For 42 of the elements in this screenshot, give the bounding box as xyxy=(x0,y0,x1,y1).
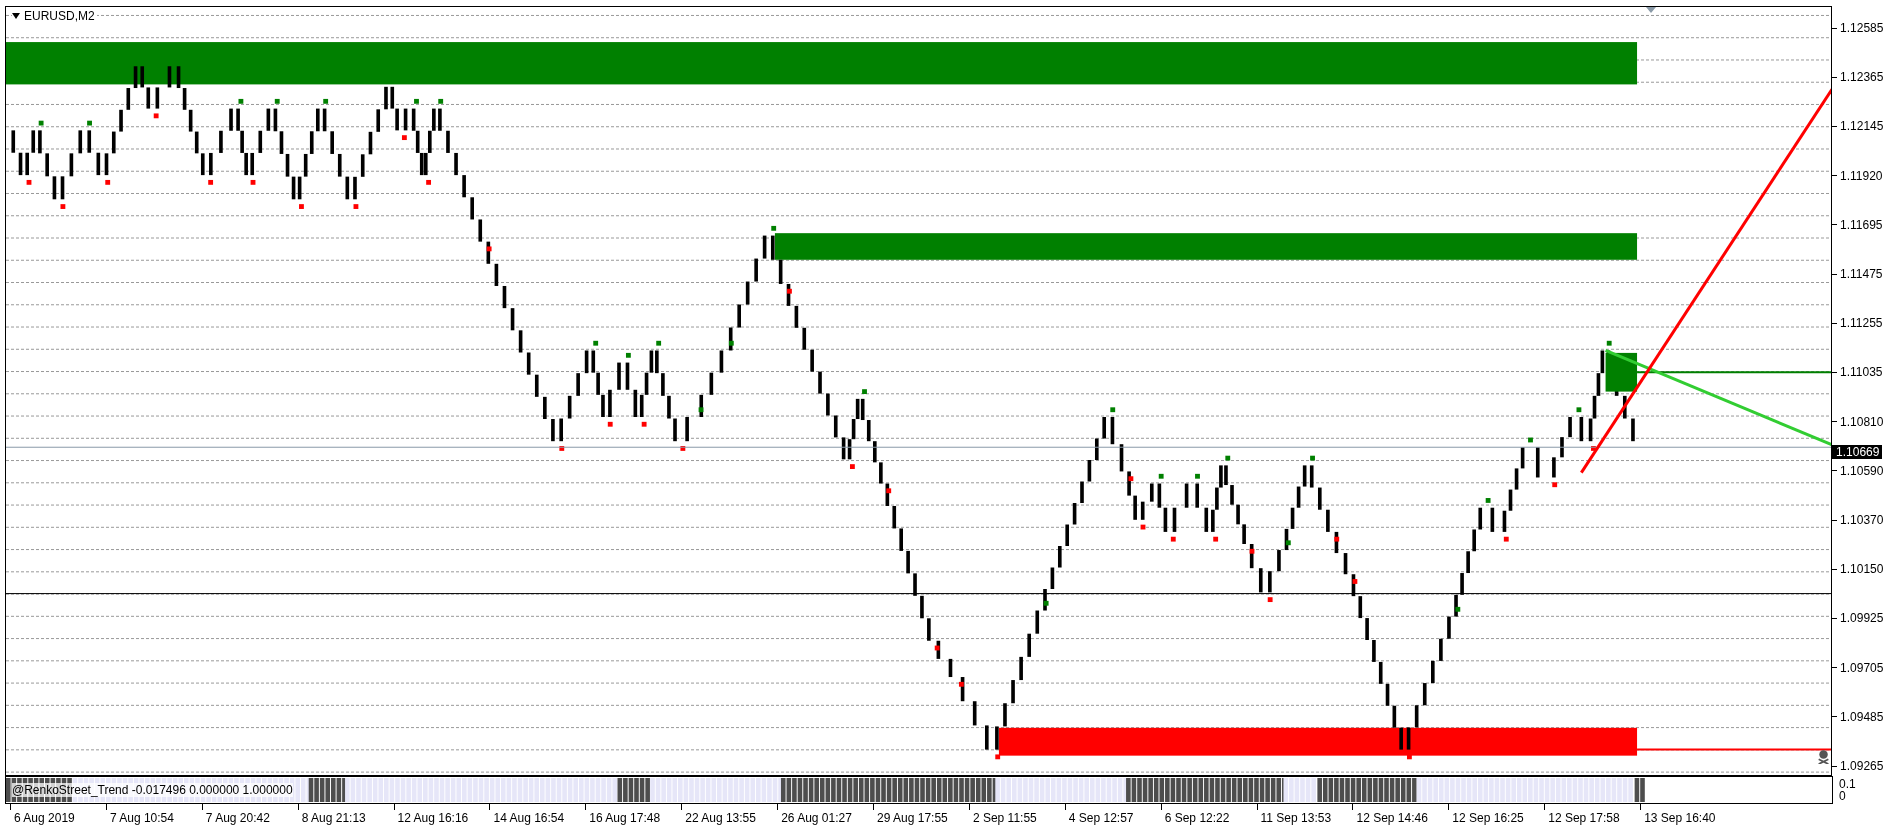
price-label: 1.09705 xyxy=(1840,660,1884,675)
price-label: 1.11035 xyxy=(1840,365,1883,380)
time-label: 26 Aug 01:27 xyxy=(780,810,852,824)
skull-icon xyxy=(1818,750,1829,765)
price-label: 1.10590 xyxy=(1840,463,1884,478)
price-label: 1.11255 xyxy=(1840,316,1883,331)
dropdown-icon[interactable] xyxy=(12,13,20,19)
time-label: 7 Aug 20:42 xyxy=(204,810,270,824)
shift-marker-icon[interactable] xyxy=(1646,7,1656,13)
price-label: 1.12145 xyxy=(1840,119,1884,134)
price-label: 1.11920 xyxy=(1840,168,1883,183)
symbol-title: EURUSD,M2 xyxy=(24,9,95,23)
time-label: 2 Sep 11:55 xyxy=(971,810,1037,824)
time-label: 16 Aug 17:48 xyxy=(588,810,661,824)
price-label: 1.12585 xyxy=(1840,21,1884,35)
time-label: 6 Sep 12:22 xyxy=(1163,810,1230,824)
price-label: 1.09265 xyxy=(1840,759,1884,773)
price-label: 1.10370 xyxy=(1840,513,1884,527)
price-label: 1.11695 xyxy=(1840,217,1883,232)
time-label: 12 Sep 14:46 xyxy=(1355,810,1428,824)
scale-label: 0.1 xyxy=(1839,778,1856,790)
price-label: 1.11475 xyxy=(1840,267,1883,281)
time-label: 8 Aug 21:13 xyxy=(300,810,366,824)
time-label: 6 Aug 2019 xyxy=(13,810,75,824)
time-label: 12 Aug 16:16 xyxy=(396,810,469,824)
price-label: 1.09485 xyxy=(1840,709,1884,724)
price-label: 1.09925 xyxy=(1840,611,1884,626)
indicator-label: @RenkoStreet_Trend -0.017496 0.000000 1.000000 xyxy=(12,783,293,797)
time-label: 11 Sep 13:53 xyxy=(1259,810,1332,824)
price-label: 1.12365 xyxy=(1840,70,1884,85)
price-label: 1.10810 xyxy=(1840,414,1884,429)
time-label: 4 Sep 12:57 xyxy=(1067,810,1134,824)
time-label: 29 Aug 17:55 xyxy=(876,810,948,824)
time-label: 12 Sep 17:58 xyxy=(1547,810,1620,824)
current-price-label: 1.10669 xyxy=(1832,445,1883,459)
scale-label: 0 xyxy=(1839,790,1847,802)
time-label: 13 Sep 16:40 xyxy=(1643,810,1716,824)
time-label: 14 Aug 16:54 xyxy=(492,810,565,824)
time-label: 22 Aug 13:55 xyxy=(684,810,756,824)
price-label: 1.10150 xyxy=(1840,562,1884,577)
time-label: 12 Sep 16:25 xyxy=(1451,810,1524,824)
time-label: 7 Aug 10:54 xyxy=(108,810,174,824)
